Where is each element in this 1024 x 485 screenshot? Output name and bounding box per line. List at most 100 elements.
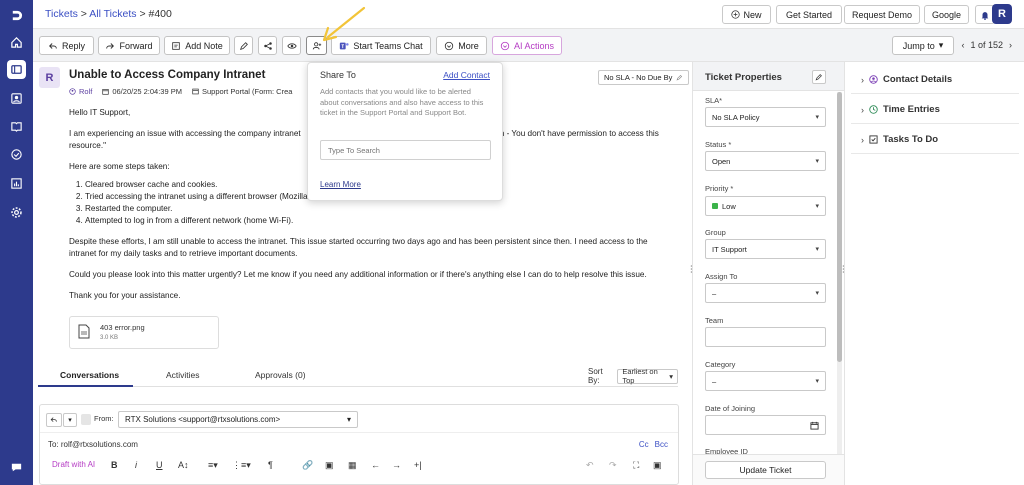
more-button[interactable]: More xyxy=(436,36,487,55)
group-select[interactable]: IT Support ▾ xyxy=(705,239,826,259)
settings-icon[interactable] xyxy=(7,203,26,222)
user-avatar[interactable]: R xyxy=(992,4,1012,24)
time-entries-section[interactable]: › Time Entries xyxy=(851,96,1019,124)
sla-select[interactable]: No SLA Policy ▾ xyxy=(705,107,826,127)
ordered-list-icon[interactable]: ≡▾ xyxy=(208,460,218,471)
category-select[interactable]: – ▾ xyxy=(705,371,826,391)
prev-ticket-icon[interactable]: ‹ xyxy=(961,40,964,50)
sla-chip[interactable]: No SLA - No Due By xyxy=(598,70,690,85)
properties-scrollbar[interactable] xyxy=(837,92,842,485)
indent-icon[interactable]: → xyxy=(392,460,401,470)
tab-approvals[interactable]: Approvals (0) xyxy=(255,370,306,380)
from-select[interactable]: RTX Solutions <support@rtxsolutions.com>… xyxy=(118,411,358,428)
tasks-to-do-label: Tasks To Do xyxy=(883,134,939,145)
ai-actions-label: AI Actions xyxy=(513,40,555,51)
learn-more-link[interactable]: Learn More xyxy=(320,180,361,189)
add-contact-link[interactable]: Add Contact xyxy=(443,70,490,80)
share-to-description: Add contacts that you would like to be a… xyxy=(320,87,484,117)
forward-label: Forward xyxy=(119,40,153,51)
scrollbar-thumb[interactable] xyxy=(837,92,842,362)
from-value: RTX Solutions <support@rtxsolutions.com> xyxy=(125,415,281,424)
assign-to-select[interactable]: – ▾ xyxy=(705,283,826,303)
reply-arrow-icon xyxy=(50,417,57,422)
embed-icon[interactable]: ▦ xyxy=(348,460,357,471)
redo-icon[interactable]: ↷ xyxy=(609,460,617,471)
add-note-button[interactable]: Add Note xyxy=(164,36,230,55)
chat-icon[interactable] xyxy=(7,458,26,477)
share-link-button[interactable] xyxy=(258,36,277,55)
date-of-joining-input[interactable] xyxy=(705,415,826,435)
bold-icon[interactable]: B xyxy=(111,460,118,470)
chevron-down-icon: ▾ xyxy=(815,158,819,165)
reply-arrow-icon xyxy=(49,42,57,49)
tasks-icon[interactable] xyxy=(7,145,26,164)
request-demo-button[interactable]: Request Demo xyxy=(844,5,920,24)
conversation-tabs: Conversations Activities Approvals (0) S… xyxy=(38,363,678,387)
contact-details-label: Contact Details xyxy=(883,74,953,85)
cc-link[interactable]: Cc xyxy=(639,440,649,449)
forward-button[interactable]: Forward xyxy=(98,36,160,55)
underline-icon[interactable]: U xyxy=(156,460,163,470)
knowledge-base-icon[interactable] xyxy=(7,117,26,136)
contacts-icon[interactable] xyxy=(7,89,26,108)
edit-properties-button[interactable] xyxy=(812,70,826,84)
tab-activities[interactable]: Activities xyxy=(166,370,200,380)
priority-value: Low xyxy=(722,201,736,211)
to-field[interactable]: To: rolf@rtxsolutions.com xyxy=(48,440,138,449)
code-view-icon[interactable]: ▣ xyxy=(653,460,662,471)
top-header: Tickets > All Tickets > #400 New Get Sta… xyxy=(33,0,1024,29)
app-logo-icon[interactable] xyxy=(7,6,26,25)
outdent-icon[interactable]: ← xyxy=(371,460,380,470)
status-select[interactable]: Open ▾ xyxy=(705,151,826,171)
horizontal-rule-icon[interactable]: +| xyxy=(414,460,422,470)
bcc-link[interactable]: Bcc xyxy=(655,440,668,449)
update-ticket-button[interactable]: Update Ticket xyxy=(705,461,826,479)
closing-line: Thank you for your assistance. xyxy=(69,291,181,300)
attachment-card[interactable]: 403 error.png 3.0 KB xyxy=(69,316,219,349)
sort-by-label: Sort By: xyxy=(588,367,603,385)
link-icon[interactable]: 🔗 xyxy=(302,460,313,471)
watch-button[interactable] xyxy=(282,36,301,55)
list-item: Attempted to log in from a different net… xyxy=(85,215,674,227)
forward-arrow-icon xyxy=(106,42,115,49)
sort-select[interactable]: Earliest on Top ▾ xyxy=(617,367,678,385)
breadcrumb-all-tickets[interactable]: All Tickets xyxy=(89,8,136,20)
undo-icon[interactable]: ↶ xyxy=(586,460,594,471)
attachment-size: 3.0 KB xyxy=(100,335,119,341)
reports-icon[interactable] xyxy=(7,174,26,193)
tasks-to-do-section[interactable]: › Tasks To Do xyxy=(851,126,1019,154)
left-nav xyxy=(0,0,33,485)
new-button[interactable]: New xyxy=(722,5,771,24)
image-icon[interactable]: ▣ xyxy=(325,460,334,471)
more-label: More xyxy=(458,40,479,51)
status-value: Open xyxy=(712,156,731,166)
draft-with-ai-button[interactable]: Draft with AI xyxy=(52,460,95,469)
requester-link[interactable]: Rolf xyxy=(69,87,92,96)
reply-button[interactable]: Reply xyxy=(39,36,94,55)
edit-ticket-button[interactable] xyxy=(234,36,253,55)
date-of-joining-label: Date of Joining xyxy=(705,404,756,413)
calendar-icon xyxy=(810,421,819,430)
paragraph-icon[interactable]: ¶ xyxy=(268,460,273,470)
jump-to-button[interactable]: Jump to ▾ xyxy=(892,36,954,55)
get-started-button[interactable]: Get Started xyxy=(776,5,842,24)
google-button[interactable]: Google xyxy=(924,5,969,24)
reply-type-button[interactable] xyxy=(46,413,62,427)
team-input[interactable] xyxy=(705,327,826,347)
contact-details-section[interactable]: › Contact Details xyxy=(851,66,1019,94)
tickets-icon[interactable] xyxy=(7,60,26,79)
breadcrumb-tickets[interactable]: Tickets xyxy=(45,8,78,20)
tab-conversations[interactable]: Conversations xyxy=(60,370,119,380)
next-ticket-icon[interactable]: › xyxy=(1009,40,1012,50)
group-label: Group xyxy=(705,228,726,237)
home-icon[interactable] xyxy=(7,33,26,52)
fullscreen-icon[interactable]: ⛶ xyxy=(633,460,639,471)
priority-select[interactable]: Low ▾ xyxy=(705,196,826,216)
share-search-input[interactable] xyxy=(320,140,491,160)
italic-icon[interactable]: i xyxy=(135,460,137,470)
font-size-icon[interactable]: A↕ xyxy=(178,460,189,470)
reply-type-dropdown[interactable]: ▾ xyxy=(63,413,77,427)
bullet-list-icon[interactable]: ⋮≡▾ xyxy=(232,460,251,471)
ai-actions-button[interactable]: AI Actions xyxy=(492,36,562,55)
note-icon xyxy=(172,41,180,50)
